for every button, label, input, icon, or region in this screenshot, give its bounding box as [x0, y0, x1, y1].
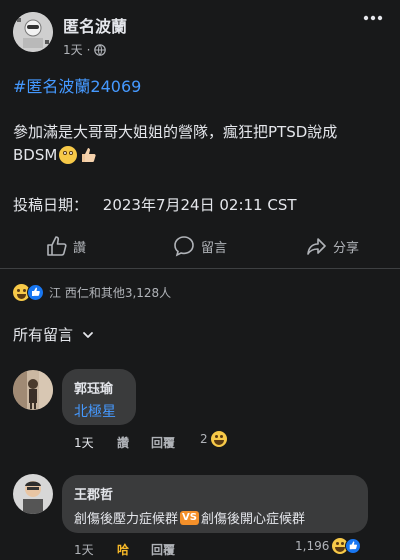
dot-separator: ·	[86, 42, 91, 57]
flushed-face-icon	[59, 146, 78, 164]
author-avatar[interactable]	[13, 12, 53, 52]
comment-text: 創傷後壓力症候群 VS 創傷後開心症候群	[74, 508, 305, 527]
post-date-row: 投稿日期： 2023年7月24日 02:11 CST	[13, 194, 297, 215]
post-hashtag[interactable]: #匿名波蘭24069	[13, 73, 141, 97]
comment-label: 留言	[201, 240, 228, 256]
comment-like-button[interactable]: 哈	[117, 541, 129, 558]
comment-like-button[interactable]: 讚	[117, 434, 129, 451]
post-body-line2-row: BDSM	[13, 146, 97, 164]
post-date-label: 投稿日期：	[13, 196, 89, 214]
reactions-summary-text: 江 西仁和其他3,128人	[49, 286, 172, 300]
comment-text[interactable]: 北極星	[74, 401, 116, 421]
comments-filter-label: 所有留言	[13, 326, 74, 344]
post-time[interactable]: 1天	[63, 41, 83, 58]
comment-author[interactable]: 王郡哲	[74, 484, 113, 503]
action-bar-divider	[0, 268, 400, 269]
comment-time[interactable]: 1天	[74, 434, 94, 451]
comment-reaction-count: 2	[200, 432, 208, 446]
comment-icon	[173, 235, 195, 257]
comment-avatar[interactable]	[13, 370, 53, 410]
globe-icon	[94, 43, 107, 56]
thumbs-up-icon	[79, 146, 97, 164]
post-date-value: 2023年7月24日 02:11 CST	[102, 196, 297, 214]
reactions-summary[interactable]: 江 西仁和其他3,128人	[13, 284, 171, 301]
comments-filter-dropdown[interactable]: 所有留言	[13, 324, 95, 345]
comment-author[interactable]: 郭珏瑜	[74, 378, 113, 397]
comment-time[interactable]: 1天	[74, 541, 94, 558]
comment-text-part-b: 創傷後開心症候群	[200, 512, 305, 527]
post-author-name[interactable]: 匿名波蘭	[63, 13, 127, 37]
post-body-line2: BDSM	[13, 146, 58, 164]
like-icon	[45, 235, 67, 257]
post-body-line1: 參加滿是大哥哥大姐姐的營隊，瘋狂把PTSD說成	[13, 123, 338, 141]
comment-avatar[interactable]	[13, 474, 53, 514]
haha-reaction-icon	[210, 431, 227, 447]
post-meta: 1天 ·	[63, 41, 107, 58]
comment-button[interactable]: 留言	[173, 235, 227, 257]
like-button[interactable]: 讚	[45, 235, 86, 257]
comment-reactions[interactable]: 2	[200, 431, 227, 447]
comment-reply-button[interactable]: 回覆	[151, 541, 175, 558]
comment-reactions[interactable]: 1,196	[295, 538, 362, 554]
comment-reply-button[interactable]: 回覆	[151, 434, 175, 451]
share-label: 分享	[333, 240, 360, 256]
like-label: 讚	[73, 240, 87, 256]
more-dots-icon[interactable]	[362, 10, 384, 24]
comment-text-part-a: 創傷後壓力症候群	[74, 512, 179, 527]
comment-reaction-count: 1,196	[295, 539, 330, 553]
like-reaction-icon	[27, 284, 44, 301]
share-button[interactable]: 分享	[305, 235, 359, 257]
like-reaction-icon	[345, 538, 362, 554]
chevron-down-icon	[81, 328, 95, 342]
share-icon	[305, 235, 327, 257]
vs-badge: VS	[180, 510, 199, 525]
